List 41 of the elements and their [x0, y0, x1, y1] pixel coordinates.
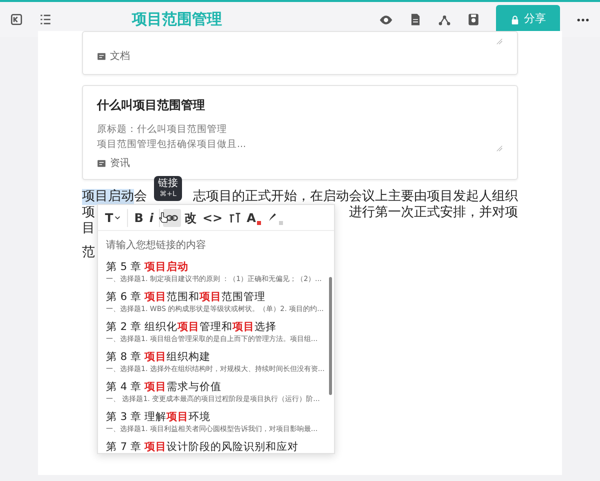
result-title[interactable]: 第 6 章 项目范围和项目范围管理 — [106, 290, 326, 304]
heading-icon — [228, 212, 241, 224]
tooltip-label: 链接 — [157, 178, 179, 190]
body-text: 范 — [82, 245, 95, 261]
card-tag: 资讯 — [110, 156, 130, 171]
pen-icon — [266, 212, 278, 223]
card-tag: 文档 — [110, 49, 130, 64]
result-title[interactable]: 第 5 章 项目启动 — [106, 260, 326, 274]
format-button[interactable]: B — [131, 208, 146, 226]
news-icon — [97, 159, 106, 168]
document-icon — [97, 52, 106, 61]
page-title: 项目范围管理 — [132, 9, 222, 30]
format-button[interactable]: 改 — [181, 208, 200, 226]
result-title[interactable]: 第 3 章 理解项目环境 — [106, 410, 326, 424]
lock-icon — [510, 14, 520, 24]
body-text: 目 — [82, 221, 95, 237]
format-button[interactable]: T — [102, 208, 124, 226]
share-nodes-icon[interactable] — [438, 13, 451, 26]
link-input[interactable]: 请输入您想链接的内容 — [98, 233, 334, 258]
format-button[interactable]: A — [244, 208, 264, 226]
result-title[interactable]: 第 8 章 项目组织构建 — [106, 350, 326, 364]
result-title[interactable]: 第 7 章 项目设计阶段的风险识别和应对 — [106, 440, 326, 453]
card-text: 项目范围管理包括确保项目做且... — [97, 138, 248, 152]
card-title: 什么叫项目范围管理 — [97, 97, 206, 114]
menu-icon[interactable] — [39, 13, 52, 26]
result-title[interactable]: 第 2 章 组织化项目 管理和项目选择 — [106, 320, 326, 334]
eye-icon[interactable] — [379, 12, 393, 26]
collapse-icon[interactable] — [10, 13, 23, 26]
body-text: 项 — [82, 205, 95, 221]
body-text: 项目启动 — [82, 189, 134, 205]
format-button[interactable]: <> — [199, 208, 226, 226]
pointer-cursor-icon — [158, 211, 169, 224]
scrollbar[interactable] — [329, 277, 332, 395]
card-text: 原标题：什么叫项目范围管理 — [97, 123, 228, 137]
format-button[interactable]: i — [146, 208, 156, 226]
body-text: 会 — [134, 189, 147, 205]
body-text: 进行第一次正式安排，并对项 — [349, 205, 518, 221]
save-icon[interactable] — [467, 13, 480, 26]
body-text: 志项目的正式开始，在启动会议上主要由项目发起人组织 — [193, 189, 518, 205]
result-title[interactable]: 第 4 章 项目 需求与价值 — [106, 380, 326, 394]
document-icon[interactable] — [409, 13, 422, 26]
